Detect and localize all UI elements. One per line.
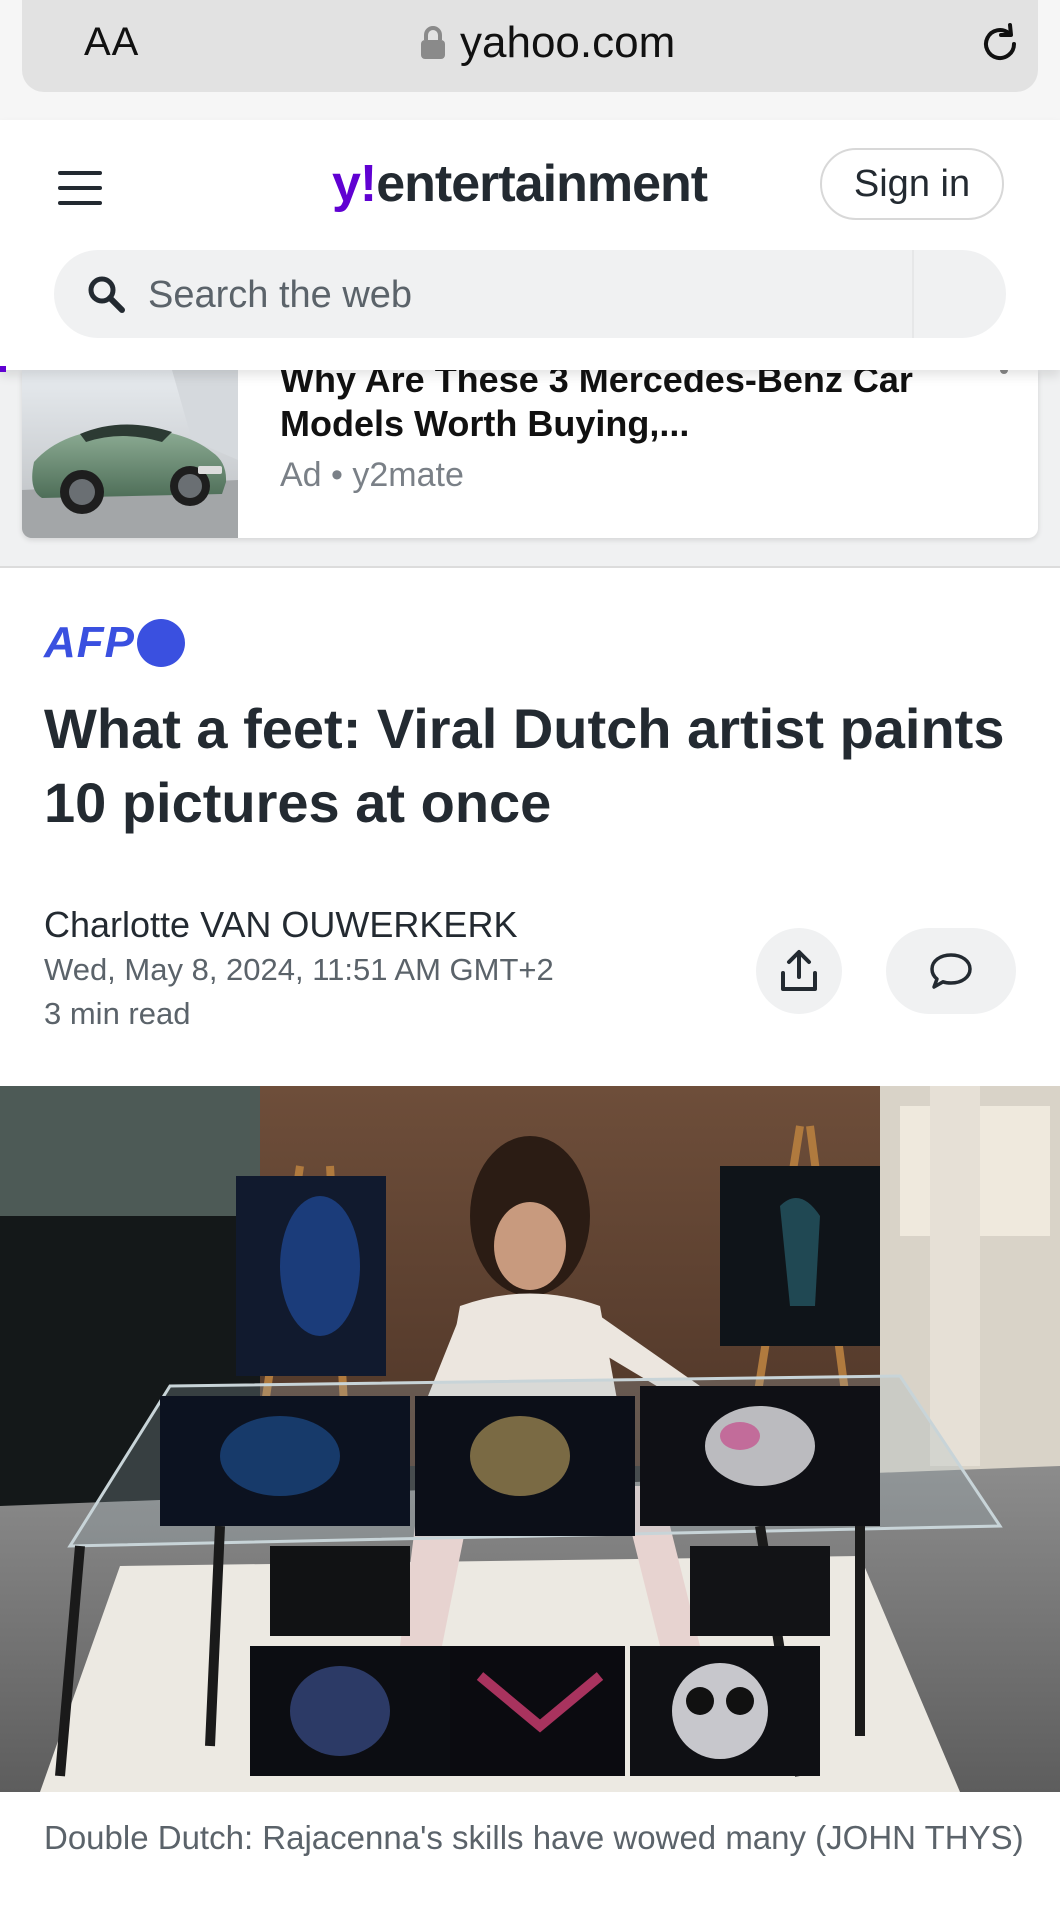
url-text: yahoo.com (460, 18, 676, 67)
site-header: y!entertainment Sign in (0, 120, 1060, 370)
source-name: AFP (44, 618, 135, 667)
ad-card[interactable]: Why Are These 3 Mercedes-Benz Car Models… (22, 370, 1038, 538)
article-hero-photo[interactable] (0, 1086, 1060, 1792)
photo-caption: Double Dutch: Rajacenna's skills have wo… (44, 1819, 1024, 1856)
search-icon[interactable] (86, 274, 126, 314)
comments-button[interactable] (886, 928, 1016, 1014)
browser-address-bar: AA yahoo.com (0, 0, 1060, 121)
ad-options-icon[interactable] (1000, 370, 1008, 374)
section-divider (0, 566, 1060, 568)
search-bar (54, 250, 1006, 338)
logo-yahoo-mark: y! (332, 155, 377, 213)
reload-icon[interactable] (976, 20, 1024, 68)
search-divider (912, 250, 914, 338)
search-input[interactable] (146, 264, 910, 326)
read-time: 3 min read (44, 996, 191, 1031)
ad-car-image[interactable] (22, 370, 238, 538)
publish-date: Wed, May 8, 2024, 11:51 AM GMT+2 (44, 952, 554, 987)
yahoo-entertainment-logo[interactable]: y!entertainment (332, 154, 708, 214)
comment-icon (930, 953, 972, 989)
url-display[interactable]: yahoo.com (420, 18, 675, 68)
scroll-progress-indicator (0, 366, 6, 372)
article-headline: What a feet: Viral Dutch artist paints 1… (44, 697, 1005, 834)
text-size-button[interactable]: AA (84, 20, 139, 65)
sign-in-button[interactable]: Sign in (820, 148, 1004, 220)
logo-section: entertainment (376, 155, 708, 213)
ad-meta: Ad • y2mate (280, 456, 464, 494)
afp-dot-icon (137, 619, 185, 667)
afp-source-logo[interactable]: AFP (44, 618, 185, 668)
lock-icon (421, 26, 445, 59)
url-pill[interactable]: AA yahoo.com (22, 0, 1038, 92)
share-button[interactable] (756, 928, 842, 1014)
ad-headline[interactable]: Why Are These 3 Mercedes-Benz Car Models… (280, 370, 980, 446)
menu-icon[interactable] (56, 168, 106, 208)
ad-area: Why Are These 3 Mercedes-Benz Car Models… (0, 370, 1060, 568)
share-icon (781, 950, 817, 991)
author-name[interactable]: Charlotte VAN OUWERKERK (44, 904, 517, 946)
